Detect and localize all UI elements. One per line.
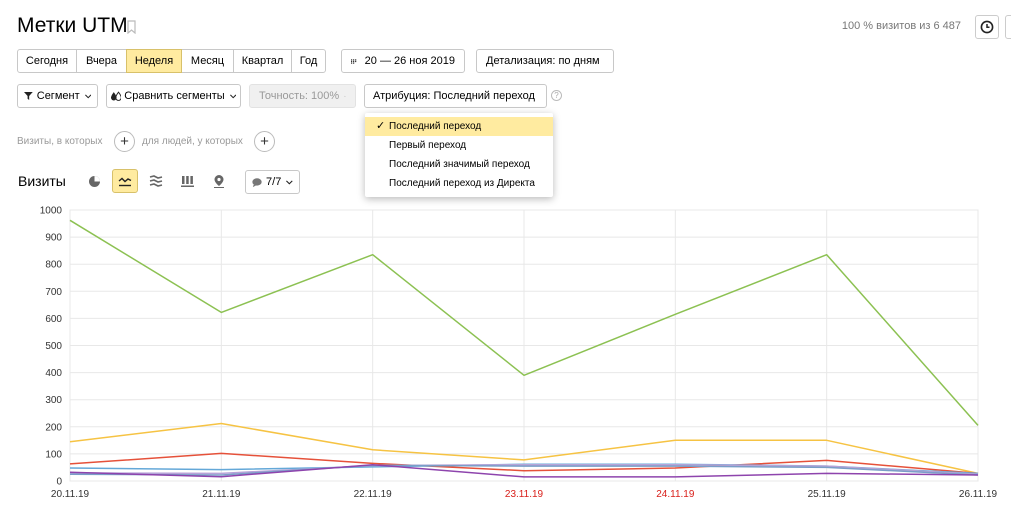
segment-label: Сегмент: [36, 90, 80, 102]
x-tick-label: 25.11.19: [808, 489, 847, 500]
accuracy-label: Точность: 100%: [259, 90, 340, 102]
y-tick-label: 600: [45, 314, 62, 325]
compare-icon: [111, 90, 122, 101]
accuracy-dropdown: Точность: 100%: [249, 84, 356, 108]
period-selector: Сегодня Вчера Неделя Месяц Квартал Год: [17, 49, 326, 73]
map-view-button[interactable]: [206, 169, 232, 193]
line-view-button[interactable]: [112, 169, 138, 193]
attribution-label: Атрибуция: Последний переход: [373, 90, 535, 102]
y-tick-label: 900: [45, 233, 62, 244]
chevron-down-icon: [286, 179, 293, 185]
filter-icon: [24, 92, 33, 100]
attribution-option-last[interactable]: ✓ Последний переход: [365, 117, 553, 136]
y-tick-label: 800: [45, 260, 62, 271]
attribution-option-first[interactable]: Первый переход: [365, 136, 553, 155]
detail-dropdown[interactable]: Детализация: по дням: [476, 49, 614, 73]
segment-dropdown[interactable]: Сегмент: [17, 84, 98, 108]
period-yesterday[interactable]: Вчера: [76, 49, 127, 73]
compare-label: Сравнить сегменты: [124, 90, 225, 102]
y-tick-label: 200: [45, 422, 62, 433]
check-icon: ✓: [376, 120, 386, 132]
visits-chart: 0 100 200 300 400 500 600 700 800 900 1000 20.11.19…: [40, 206, 998, 501]
date-range-button[interactable]: 20 — 26 ноя 2019: [341, 49, 465, 73]
attribution-option-label: Последний переход из Директа: [389, 178, 535, 189]
chevron-down-icon: [344, 95, 346, 97]
bar-view-button[interactable]: [174, 169, 200, 193]
attribution-option-last-significant[interactable]: Последний значимый переход: [365, 155, 553, 174]
pie-chart-icon: [88, 175, 100, 187]
x-tick-label: 21.11.19: [202, 489, 241, 500]
attribution-option-label: Первый переход: [389, 140, 467, 151]
period-year[interactable]: Год: [291, 49, 326, 73]
compare-segments-dropdown[interactable]: Сравнить сегменты: [106, 84, 241, 108]
clock-icon: [980, 20, 994, 34]
x-tick-label: 20.11.19: [51, 489, 90, 500]
date-range-label: 20 — 26 ноя 2019: [364, 55, 455, 67]
pie-view-button[interactable]: [81, 169, 107, 193]
y-tick-label: 100: [45, 449, 62, 460]
chevron-down-icon: [84, 94, 91, 98]
clock-button[interactable]: [975, 15, 999, 39]
bookmark-icon[interactable]: [127, 20, 136, 34]
period-week[interactable]: Неделя: [126, 49, 182, 73]
y-tick-label: 500: [45, 341, 62, 352]
chart-section-title: Визиты: [18, 173, 66, 189]
visits-condition-label: Визиты, в которых: [17, 136, 103, 147]
add-people-condition-button[interactable]: +: [254, 131, 275, 152]
attribution-option-label: Последний значимый переход: [389, 159, 530, 170]
y-tick-label: 300: [45, 395, 62, 406]
extra-header-button[interactable]: [1005, 15, 1011, 39]
period-quarter[interactable]: Квартал: [233, 49, 292, 73]
y-tick-label: 400: [45, 368, 62, 379]
y-tick-label: 700: [45, 287, 62, 298]
x-tick-label: 22.11.19: [354, 489, 393, 500]
attribution-option-label: Последний переход: [389, 121, 482, 132]
bar-chart-icon: [180, 176, 194, 187]
page-title: Метки UTM: [17, 14, 128, 37]
comment-icon: [252, 177, 262, 187]
stacked-area-icon: [149, 175, 163, 187]
series-count-label: 7/7: [266, 176, 282, 188]
attribution-help-icon[interactable]: ?: [551, 90, 562, 101]
chevron-down-icon: [229, 94, 236, 98]
series-count-dropdown[interactable]: 7/7: [245, 170, 300, 194]
x-tick-label: 24.11.19: [656, 489, 695, 500]
y-tick-label: 0: [56, 477, 62, 488]
line-chart-icon: [118, 177, 132, 186]
y-tick-label: 1000: [40, 206, 63, 217]
people-condition-label: для людей, у которых: [142, 136, 243, 147]
period-month[interactable]: Месяц: [181, 49, 234, 73]
stacked-view-button[interactable]: [143, 169, 169, 193]
x-tick-label: 26.11.19: [959, 489, 998, 500]
visits-share-info: 100 % визитов из 6 487: [841, 20, 961, 32]
attribution-menu: ✓ Последний переход Первый переход После…: [365, 113, 553, 197]
add-visit-condition-button[interactable]: +: [114, 131, 135, 152]
x-tick-label: 23.11.19: [505, 489, 544, 500]
detail-label: Детализация: по дням: [486, 55, 600, 67]
calendar-icon: [351, 58, 357, 64]
attribution-dropdown[interactable]: Атрибуция: Последний переход: [364, 84, 547, 108]
attribution-option-last-direct[interactable]: Последний переход из Директа: [365, 174, 553, 193]
map-pin-icon: [214, 174, 224, 188]
period-today[interactable]: Сегодня: [17, 49, 77, 73]
